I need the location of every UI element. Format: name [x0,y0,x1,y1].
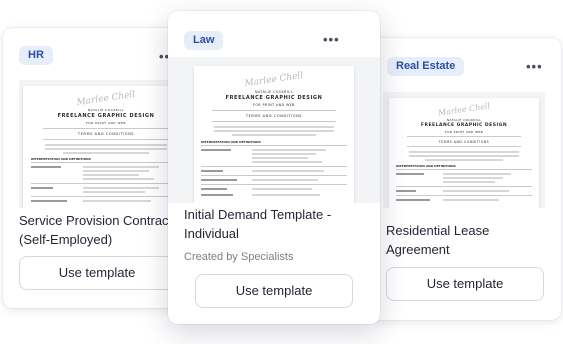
table-def [252,194,320,196]
table-term [201,179,237,181]
table-rule [31,183,181,184]
doc-heading: FREELANCE GRAPHIC DESIGN [57,113,155,119]
table-rule [31,162,181,163]
text-line [409,151,519,153]
text-line [425,159,503,161]
table-term [201,170,223,172]
table-term [201,188,227,190]
divider [407,136,521,137]
table-rule [396,195,532,196]
table-rule [201,175,347,176]
table-rule [31,196,181,197]
text-line [214,130,334,132]
more-options-icon[interactable]: ••• [323,33,340,46]
document-page: Marlee Chell NATALIE COCKRILL FREELANCE … [23,86,189,208]
table-def [443,190,509,192]
divider [43,139,169,140]
table-term [396,199,430,201]
table-def [443,173,511,175]
table-def [83,187,159,189]
table-def [443,199,499,201]
table-rule [396,169,532,170]
doc-author: NATALIE COCKRILL [88,108,124,112]
doc-heading: FREELANCE GRAPHIC DESIGN [420,123,508,128]
doc-section: TERMS AND CONDITIONS [77,132,135,136]
document-page: Marlee Chell NATALIE COCKRILL FREELANCE … [194,66,354,203]
divider [212,110,336,111]
doc-author: NATALIE COCKRILL [446,118,482,122]
text-line [232,134,316,136]
doc-author: NATALIE COCKRILL [255,90,293,94]
doc-section: TERMS AND CONDITIONS [245,114,303,118]
table-def [252,149,326,151]
table-term [31,187,53,189]
text-line [63,152,149,154]
doc-tagline: FOR PRINT AND WEB [253,103,295,107]
use-template-button[interactable]: Use template [195,274,353,308]
logo-script: Marlee Chell [244,70,304,90]
table-rule [201,166,347,167]
divider [407,146,521,147]
table-def [443,181,495,183]
table-term [201,194,233,196]
template-card-law[interactable]: Law ••• Marlee Chell NATALIE COCKRILL FR… [168,11,380,324]
doc-subsection: INTERPRETATION AND DEFINITIONS [396,164,456,168]
doc-tagline: FOR PRINT AND WEB [444,130,484,134]
logo-script: Marlee Chell [76,89,136,109]
text-line [45,148,167,150]
more-options-icon[interactable]: ••• [526,60,543,73]
doc-subsection: INTERPRETATION AND DEFINITIONS [201,140,261,144]
table-term [396,190,416,192]
template-author: Created by Specialists [184,251,294,263]
table-def [252,153,316,155]
table-def [252,157,308,159]
doc-tagline: FOR PRINT AND WEB [86,121,126,125]
table-def [252,188,312,190]
table-def [83,174,139,176]
table-term [31,166,61,168]
table-def [83,178,154,180]
table-def [252,179,318,181]
text-line [45,144,167,146]
template-card-real-estate[interactable]: Real Estate ••• Marlee Chell NATALIE COC… [371,38,561,320]
table-def [83,200,151,202]
text-line [214,126,334,128]
logo-script: Marlee Chell [437,101,491,118]
table-rule [201,145,347,146]
table-def [252,170,324,172]
table-rule [201,184,347,185]
template-title: Initial Demand Template - Individual [184,207,332,241]
doc-section: TERMS AND CONDITIONS [438,140,490,144]
document-page: Marlee Chell NATALIE COCKRILL FREELANCE … [389,98,539,208]
table-term [396,173,424,175]
category-badge: HR [19,46,53,65]
divider [212,121,336,122]
doc-heading: FREELANCE GRAPHIC DESIGN [225,95,323,101]
category-badge: Real Estate [387,57,465,76]
use-template-button[interactable]: Use template [386,267,544,301]
table-def [443,177,503,179]
table-def [83,170,149,172]
table-def [83,166,159,168]
divider [43,128,169,129]
document-preview: Marlee Chell NATALIE COCKRILL FREELANCE … [168,57,380,203]
table-def [83,191,145,193]
use-template-button[interactable]: Use template [19,256,175,290]
text-line [409,155,519,157]
table-rule [396,186,532,187]
table-term [201,149,231,151]
category-badge: Law [184,31,224,50]
document-preview: Marlee Chell NATALIE COCKRILL FREELANCE … [383,92,545,208]
table-term [31,200,67,202]
table-def [252,161,322,163]
template-title: Residential Lease Agreement [386,223,490,257]
doc-subsection: INTERPRETATION AND DEFINITIONS [31,157,91,161]
